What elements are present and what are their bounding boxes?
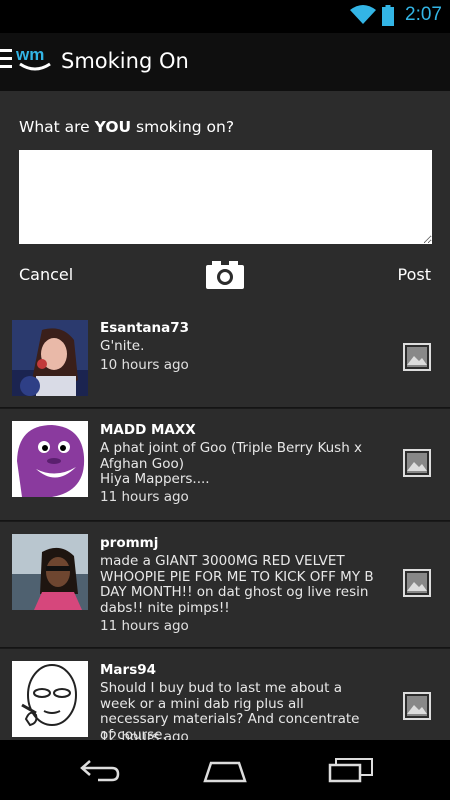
post-button[interactable]: Post: [398, 265, 431, 284]
avatar: [12, 661, 88, 737]
menu-icon[interactable]: [0, 49, 14, 73]
compose-prompt: What are YOU smoking on?: [19, 118, 235, 136]
image-icon[interactable]: [403, 343, 431, 371]
post-text: made a GIANT 3000MG RED VELVET WHOOPIE P…: [100, 553, 374, 616]
post-text: G'nite.: [100, 338, 145, 354]
post-username[interactable]: Esantana73: [100, 320, 189, 336]
avatar: [12, 421, 88, 497]
post-username[interactable]: Mars94: [100, 662, 156, 678]
cancel-button[interactable]: Cancel: [19, 265, 73, 284]
action-bar: wm Smoking On: [0, 33, 450, 91]
status-bar: 2:07: [0, 0, 450, 33]
system-nav-bar: [0, 740, 450, 800]
avatar: [12, 320, 88, 396]
recent-apps-icon[interactable]: [328, 757, 374, 783]
avatar: [12, 534, 88, 610]
image-icon[interactable]: [403, 692, 431, 720]
feed-list[interactable]: Esantana73 G'nite. 10 hours ago MADD MAX…: [0, 311, 450, 740]
post-input[interactable]: [19, 150, 432, 244]
post-time: 12 hours ago: [100, 729, 189, 740]
list-item[interactable]: prommj made a GIANT 3000MG RED VELVET WH…: [0, 522, 450, 648]
app-title: Smoking On: [61, 49, 189, 73]
post-time: 11 hours ago: [100, 618, 189, 634]
post-time: 11 hours ago: [100, 489, 189, 505]
svg-text:wm: wm: [16, 45, 44, 64]
list-item[interactable]: Esantana73 G'nite. 10 hours ago: [0, 311, 450, 408]
weedmaps-logo[interactable]: wm: [16, 45, 56, 75]
compose-panel: What are YOU smoking on? Cancel Post: [0, 91, 450, 311]
camera-icon[interactable]: [205, 261, 245, 289]
home-icon[interactable]: [201, 757, 249, 783]
clock: 2:07: [405, 4, 442, 25]
image-icon[interactable]: [403, 569, 431, 597]
back-icon[interactable]: [78, 757, 122, 783]
post-username[interactable]: MADD MAXX: [100, 422, 196, 438]
list-item[interactable]: MADD MAXX A phat joint of Goo (Triple Be…: [0, 409, 450, 521]
post-username[interactable]: prommj: [100, 535, 158, 551]
post-text: A phat joint of Goo (Triple Berry Kush x…: [100, 440, 363, 487]
wifi-icon: [350, 5, 376, 24]
image-icon[interactable]: [403, 449, 431, 477]
post-time: 10 hours ago: [100, 357, 189, 373]
battery-icon: [382, 5, 394, 26]
list-item[interactable]: Mars94 Should I buy bud to last me about…: [0, 649, 450, 740]
